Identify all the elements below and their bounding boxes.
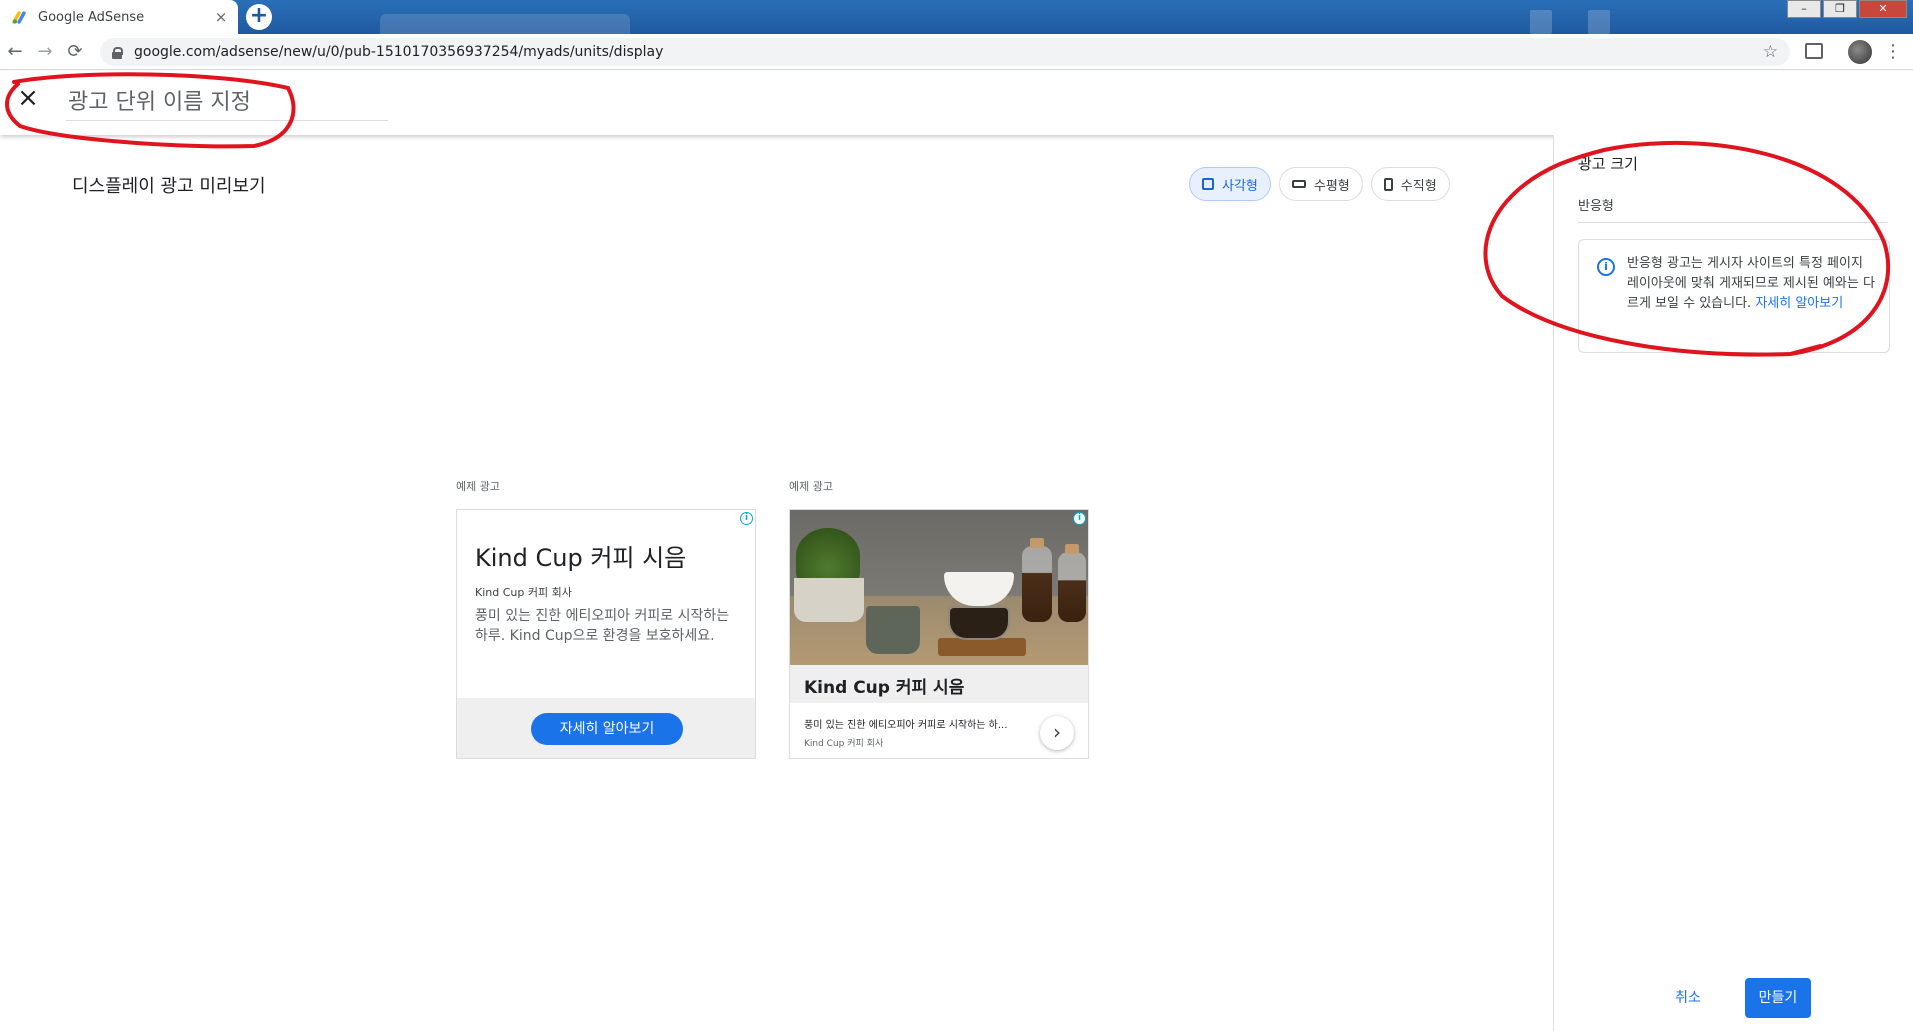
info-icon: i bbox=[1597, 258, 1615, 276]
bookmark-star-icon[interactable]: ☆ bbox=[1763, 42, 1778, 62]
forward-arrow-icon[interactable]: → bbox=[30, 41, 60, 62]
ad-shape-selector: 사각형 수평형 수직형 bbox=[1189, 167, 1450, 201]
shape-chip-square[interactable]: 사각형 bbox=[1189, 167, 1271, 201]
browser-tabstrip: Google AdSense × + – ❐ ✕ bbox=[0, 0, 1913, 34]
jar-shape bbox=[1058, 552, 1086, 622]
jar-lid-shape bbox=[1065, 544, 1079, 554]
responsive-info-box: i 반응형 광고는 게시자 사이트의 특정 페이지 레이아웃에 맞춰 게재되므로… bbox=[1578, 239, 1890, 353]
ad-headline[interactable]: Kind Cup 커피 시음 bbox=[475, 538, 686, 573]
close-icon[interactable]: × bbox=[14, 85, 42, 113]
vertical-rect-icon bbox=[1383, 177, 1393, 191]
chevron-right-icon[interactable]: › bbox=[1040, 716, 1074, 750]
coffee-product-image[interactable] bbox=[790, 510, 1088, 665]
ad-size-panel: 광고 크기 반응형 i 반응형 광고는 게시자 사이트의 특정 페이지 레이아웃… bbox=[1553, 135, 1913, 1031]
reload-icon[interactable]: ⟳ bbox=[60, 41, 90, 62]
tab-title: Google AdSense bbox=[38, 9, 145, 25]
learn-more-link[interactable]: 자세히 알아보기 bbox=[1755, 296, 1843, 311]
desktop-icon bbox=[1588, 10, 1610, 34]
shape-label: 수평형 bbox=[1313, 178, 1350, 194]
plant-shape bbox=[796, 528, 860, 584]
ad-footer: 자세히 알아보기 bbox=[457, 698, 755, 758]
sample-ad-image[interactable]: i Kind Cup 커피 시음 풍미 있는 진한 에티오피아 커피로 시작하는… bbox=[789, 509, 1089, 759]
jar-lid-shape bbox=[1030, 538, 1044, 548]
adsense-logo-icon bbox=[12, 11, 26, 24]
profile-avatar[interactable] bbox=[1848, 40, 1872, 64]
browser-tab-adsense[interactable]: Google AdSense × bbox=[0, 0, 238, 34]
adchoices-icon[interactable]: i bbox=[1073, 512, 1086, 525]
sample-ad-label: 예제 광고 bbox=[456, 480, 500, 493]
ad-description: 풍미 있는 진한 에티오피아 커피로 시작하는 하루. Kind Cup으로 환… bbox=[475, 608, 730, 644]
ad-title-bar: Kind Cup 커피 시음 bbox=[790, 665, 1088, 703]
dripper-shape bbox=[944, 572, 1014, 606]
square-icon bbox=[1202, 178, 1214, 190]
shape-chip-vertical[interactable]: 수직형 bbox=[1370, 167, 1450, 201]
sample-ad-text[interactable]: i Kind Cup 커피 시음 Kind Cup 커피 회사 풍미 있는 진한… bbox=[456, 509, 756, 759]
ad-headline[interactable]: Kind Cup 커피 시음 bbox=[804, 673, 964, 698]
info-text: 반응형 광고는 게시자 사이트의 특정 페이지 레이아웃에 맞춰 게재되므로 제… bbox=[1627, 254, 1875, 314]
cast-icon[interactable] bbox=[1805, 43, 1823, 59]
coffee-server-shape bbox=[948, 606, 1010, 640]
back-arrow-icon[interactable]: ← bbox=[0, 41, 30, 62]
ad-size-select[interactable]: 반응형 bbox=[1578, 195, 1888, 223]
tray-shape bbox=[938, 638, 1026, 656]
window-controls: – ❐ ✕ bbox=[1785, 0, 1907, 18]
maximize-button[interactable]: ❐ bbox=[1823, 0, 1857, 18]
pot-shape bbox=[794, 578, 864, 622]
shape-chip-horizontal[interactable]: 수평형 bbox=[1278, 167, 1363, 201]
ad-unit-name-input[interactable] bbox=[66, 85, 388, 121]
new-tab-button[interactable]: + bbox=[246, 4, 272, 30]
browser-menu-icon[interactable]: ⋮ bbox=[1884, 41, 1902, 62]
shape-label: 수직형 bbox=[1400, 178, 1437, 194]
ad-size-title: 광고 크기 bbox=[1578, 155, 1638, 173]
learn-more-button[interactable]: 자세히 알아보기 bbox=[531, 713, 683, 745]
create-button[interactable]: 만들기 bbox=[1745, 978, 1811, 1018]
tab-close-icon[interactable]: × bbox=[210, 8, 232, 26]
ad-description: 풍미 있는 진한 에티오피아 커피로 시작하는 하... bbox=[804, 720, 1008, 731]
desktop-icon bbox=[1530, 10, 1552, 34]
horizontal-rect-icon bbox=[1291, 180, 1306, 188]
jar-shape bbox=[1022, 546, 1052, 622]
url-text[interactable]: google.com/adsense/new/u/0/pub-151017035… bbox=[134, 44, 1763, 60]
app-header: × bbox=[0, 71, 1913, 135]
preview-title: 디스플레이 광고 미리보기 bbox=[72, 176, 266, 197]
cancel-button[interactable]: 취소 bbox=[1658, 980, 1718, 1016]
shape-label: 사각형 bbox=[1222, 178, 1258, 194]
ad-company: Kind Cup 커피 회사 bbox=[475, 586, 572, 599]
mug-shape bbox=[866, 606, 920, 654]
browser-toolbar: ← → ⟳ google.com/adsense/new/u/0/pub-151… bbox=[0, 34, 1913, 70]
window-close-button[interactable]: ✕ bbox=[1859, 0, 1907, 18]
ad-company: Kind Cup 커피 회사 bbox=[804, 739, 884, 749]
adchoices-icon[interactable]: i bbox=[740, 512, 753, 525]
address-bar[interactable]: google.com/adsense/new/u/0/pub-151017035… bbox=[100, 38, 1790, 66]
background-tab[interactable] bbox=[380, 14, 630, 34]
minimize-button[interactable]: – bbox=[1787, 0, 1821, 18]
lock-icon[interactable] bbox=[112, 46, 123, 59]
sample-ad-label: 예제 광고 bbox=[789, 480, 833, 493]
